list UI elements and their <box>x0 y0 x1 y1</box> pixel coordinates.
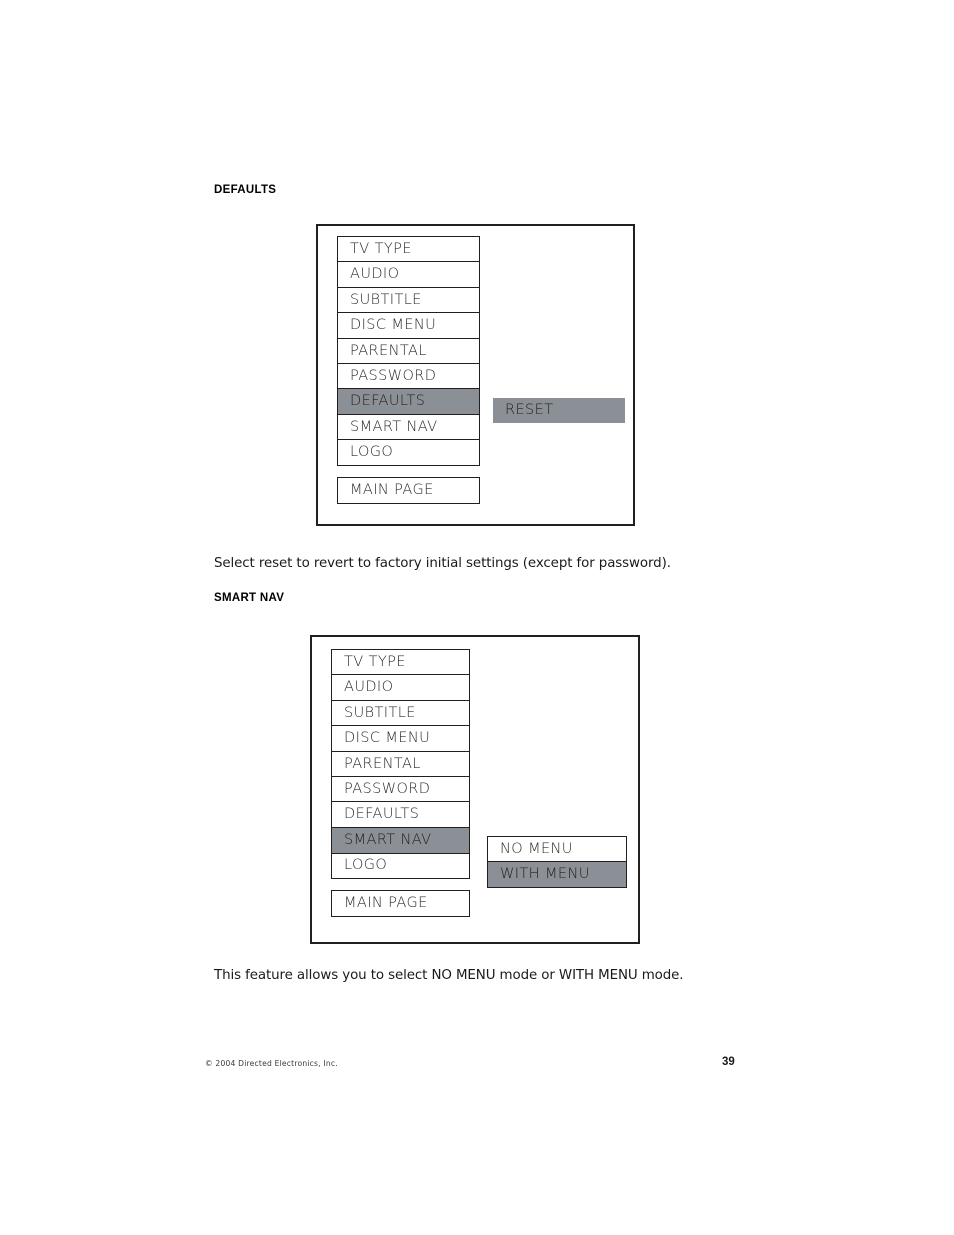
paragraph-smart-nav: This feature allows you to select NO MEN… <box>214 968 684 983</box>
menu-item-password[interactable]: PASSWORD <box>331 776 470 804</box>
manual-page: DEFAULTS TV TYPE AUDIO SUBTITLE DISC MEN… <box>0 0 954 1235</box>
menu-item-subtitle[interactable]: SUBTITLE <box>337 286 480 314</box>
menu-item-smart-nav[interactable]: SMART NAV <box>331 826 470 854</box>
menu-item-main-page[interactable]: MAIN PAGE <box>337 477 480 505</box>
menu-item-defaults[interactable]: DEFAULTS <box>331 801 470 829</box>
section-heading-defaults: DEFAULTS <box>214 184 277 196</box>
osd-diagram-defaults: TV TYPE AUDIO SUBTITLE DISC MENU PARENTA… <box>316 224 635 526</box>
paragraph-defaults: Select reset to revert to factory initia… <box>214 556 671 571</box>
menu-item-audio[interactable]: AUDIO <box>331 674 470 702</box>
menu-item-disc-menu[interactable]: DISC MENU <box>337 312 480 340</box>
page-number: 39 <box>722 1056 735 1068</box>
menu-item-parental[interactable]: PARENTAL <box>337 337 480 365</box>
menu-item-logo[interactable]: LOGO <box>331 852 470 880</box>
menu-item-parental[interactable]: PARENTAL <box>331 750 470 778</box>
menu-item-subtitle[interactable]: SUBTITLE <box>331 699 470 727</box>
osd-diagram-smart-nav: TV TYPE AUDIO SUBTITLE DISC MENU PARENTA… <box>310 635 640 944</box>
osd-submenu-defaults: RESET <box>493 398 625 423</box>
osd-main-menu-defaults: TV TYPE AUDIO SUBTITLE DISC MENU PARENTA… <box>337 236 480 505</box>
footer-copyright: © 2004 Directed Electronics, Inc. <box>205 1059 338 1068</box>
menu-item-audio[interactable]: AUDIO <box>337 261 480 289</box>
menu-item-tv-type[interactable]: TV TYPE <box>331 649 470 676</box>
submenu-item-reset[interactable]: RESET <box>493 398 625 423</box>
submenu-item-no-menu[interactable]: NO MENU <box>487 836 627 863</box>
osd-main-menu-smart-nav: TV TYPE AUDIO SUBTITLE DISC MENU PARENTA… <box>331 649 470 918</box>
menu-item-defaults[interactable]: DEFAULTS <box>337 388 480 416</box>
menu-item-password[interactable]: PASSWORD <box>337 363 480 391</box>
osd-submenu-smart-nav: NO MENU WITH MENU <box>487 836 627 889</box>
menu-item-disc-menu[interactable]: DISC MENU <box>331 725 470 753</box>
menu-item-main-page[interactable]: MAIN PAGE <box>331 890 470 918</box>
submenu-item-with-menu[interactable]: WITH MENU <box>487 861 627 889</box>
section-heading-smart-nav: SMART NAV <box>214 592 285 604</box>
menu-item-logo[interactable]: LOGO <box>337 439 480 467</box>
menu-item-smart-nav[interactable]: SMART NAV <box>337 413 480 441</box>
menu-item-tv-type[interactable]: TV TYPE <box>337 236 480 263</box>
